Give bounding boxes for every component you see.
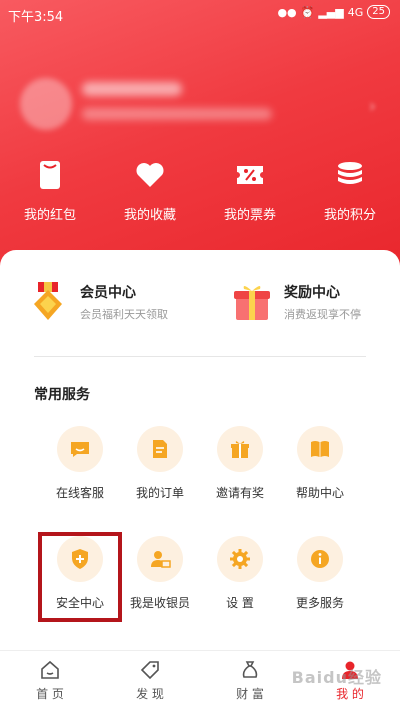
cashier-icon <box>151 551 171 568</box>
info-icon <box>311 550 329 568</box>
gift-icon <box>231 441 249 458</box>
member-center-title: 会员中心 <box>80 285 136 301</box>
heart-icon <box>136 163 164 187</box>
service-online-support[interactable]: 在线客服 <box>40 426 120 536</box>
chevron-right-icon: › <box>368 96 376 117</box>
tag-icon <box>140 661 159 680</box>
services-title: 常用服务 <box>34 387 90 403</box>
quick-actions: 我的红包 我的收藏 我的票券 我的积分 <box>0 158 400 228</box>
quick-red-packet[interactable]: 我的红包 <box>0 158 100 228</box>
order-icon <box>153 440 167 458</box>
home-icon <box>41 660 59 679</box>
service-label: 在线客服 <box>55 486 104 500</box>
status-bar: 下午3:54 ●● ⏰ ▂▄▆ 4G 25 <box>0 0 400 28</box>
service-label: 设 置 <box>226 596 254 610</box>
medal-icon <box>34 282 62 320</box>
reward-center-title: 奖励中心 <box>284 285 340 301</box>
gift-box-icon <box>234 285 270 320</box>
quick-label: 我的红包 <box>23 208 76 223</box>
services-row: 安全中心 我是收银员 设 置 更多服务 <box>38 532 360 646</box>
network-type: 4G <box>347 5 364 19</box>
quick-label: 我的积分 <box>323 208 376 223</box>
tab-discover[interactable]: 发 现 <box>100 651 200 711</box>
service-settings[interactable]: 设 置 <box>200 536 280 646</box>
service-more[interactable]: 更多服务 <box>280 536 360 646</box>
service-label: 邀请有奖 <box>215 486 264 500</box>
member-center[interactable]: 会员中心 会员福利天天领取 <box>26 280 168 324</box>
alarm-icon: ⏰ <box>300 5 315 19</box>
tab-home[interactable]: 首 页 <box>0 651 100 711</box>
services-card: 会员中心 会员福利天天领取 奖励中心 消费返现享不停 常用服务 在线客服 我的订… <box>0 250 400 650</box>
service-invite[interactable]: 邀请有奖 <box>200 426 280 536</box>
red-packet-icon <box>40 161 60 189</box>
gear-icon <box>230 549 250 569</box>
quick-label: 我的收藏 <box>123 208 176 223</box>
status-time: 下午3:54 <box>8 10 64 25</box>
coins-icon <box>338 162 362 184</box>
user-subtitle-blurred <box>82 108 272 120</box>
avatar[interactable] <box>20 78 72 130</box>
tab-label: 首 页 <box>36 687 64 701</box>
service-cashier[interactable]: 我是收银员 <box>120 536 200 646</box>
quick-favorites[interactable]: 我的收藏 <box>100 158 200 228</box>
service-my-orders[interactable]: 我的订单 <box>120 426 200 536</box>
services-grid: 在线客服 我的订单 邀请有奖 帮助中心 安全中心 我是收银员 设 置 更多服务 <box>38 426 360 646</box>
signal-icon: ▂▄▆ <box>318 5 344 19</box>
book-icon <box>311 441 329 457</box>
service-help-center[interactable]: 帮助中心 <box>280 426 360 536</box>
quick-coupons[interactable]: 我的票券 <box>200 158 300 228</box>
notification-icon: ●● <box>277 5 297 19</box>
battery-indicator: 25 <box>367 5 390 19</box>
quick-label: 我的票券 <box>223 208 276 223</box>
service-label: 我是收银员 <box>129 596 190 610</box>
service-security-center[interactable]: 安全中心 <box>38 532 122 646</box>
service-label: 帮助中心 <box>295 486 344 500</box>
coupon-icon <box>237 166 263 184</box>
watermark: Baidu经验 <box>291 668 382 687</box>
tab-label: 发 现 <box>136 687 164 701</box>
status-indicators: ●● ⏰ ▂▄▆ 4G 25 <box>277 5 390 19</box>
reward-center[interactable]: 奖励中心 消费返现享不停 <box>230 280 361 324</box>
reward-center-subtitle: 消费返现享不停 <box>284 308 361 321</box>
user-profile[interactable]: › <box>20 70 390 140</box>
quick-points[interactable]: 我的积分 <box>300 158 400 228</box>
service-label: 我的订单 <box>135 486 184 500</box>
username-blurred <box>82 82 182 96</box>
money-bag-icon <box>242 661 258 678</box>
services-row: 在线客服 我的订单 邀请有奖 帮助中心 <box>40 426 360 536</box>
chat-icon <box>71 442 89 457</box>
tab-wealth[interactable]: 财 富 <box>200 651 300 711</box>
member-center-subtitle: 会员福利天天领取 <box>80 308 168 321</box>
tab-label: 财 富 <box>236 687 264 701</box>
divider <box>34 356 366 357</box>
service-label: 更多服务 <box>295 596 344 610</box>
highlight-box <box>38 532 122 622</box>
